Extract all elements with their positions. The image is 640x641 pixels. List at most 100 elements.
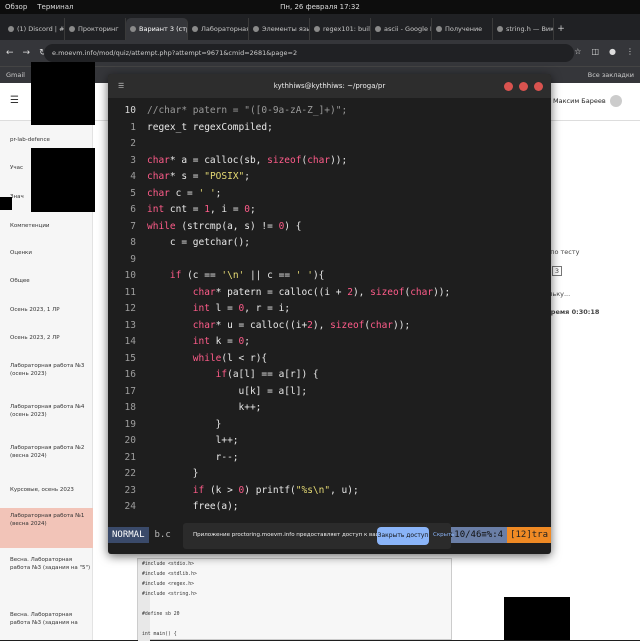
code-line: 22 }: [108, 466, 551, 483]
wikipedia-icon: [497, 26, 503, 32]
code-text: u[k] = a[l];: [147, 385, 308, 397]
vim-mode: NORMAL: [108, 527, 149, 543]
page-icon: [436, 26, 442, 32]
code-text: if (c == '\n' || c == ' '){: [169, 270, 325, 281]
code-line: 3 char* a = calloc(sb, sizeof(char));: [108, 153, 551, 170]
sidebar-item[interactable]: Весна. Лабораторная работа №3 (задания н…: [0, 556, 93, 572]
address-bar[interactable]: e.moevm.info/mod/quiz/attempt.php?attemp…: [44, 44, 574, 62]
code-line: 7 while (strcmp(a, s) != 0) {: [108, 219, 551, 236]
sidebar-item[interactable]: Компетенции: [0, 222, 93, 230]
user-name: Максим Бареев: [553, 97, 606, 105]
bookmark-gmail[interactable]: Gmail: [6, 71, 25, 79]
avatar: [609, 95, 622, 107]
line-number: 9: [130, 253, 136, 265]
sidebar-item[interactable]: Общее: [0, 277, 93, 285]
sidebar-item[interactable]: Лабораторная работа №3 (осень 2023): [0, 362, 93, 378]
vim-buffer[interactable]: 10 //char* patern = "([0-9a-zA-Z_]+)"; 1 re…: [108, 98, 551, 543]
code-preview-editor: #include <stdio.h> #include <stdlib.h> #…: [137, 558, 452, 641]
redaction-block: [504, 597, 570, 640]
code-text: k++;: [147, 402, 262, 413]
code-line: 5 char c = ' ';: [108, 186, 551, 203]
forward-icon[interactable]: →: [23, 48, 31, 58]
browser-tab[interactable]: Прокторинг: [65, 18, 126, 40]
code-line: 16 if(a[l] == a[r]) {: [108, 367, 551, 384]
line-number: 5: [130, 187, 136, 199]
all-bookmarks-button[interactable]: Все закладки: [588, 71, 634, 79]
sidebar-item[interactable]: Оценки: [0, 249, 93, 257]
sidebar-item[interactable]: Весна. Лабораторная работа №3 (задания н…: [0, 611, 93, 627]
code-line: 18 k++;: [108, 400, 551, 417]
back-icon[interactable]: ←: [6, 48, 14, 58]
terminal-titlebar[interactable]: ☰ kythhiws@kythhiws: ~/proga/pr: [108, 74, 551, 98]
page-icon: [314, 26, 320, 32]
profile-icon[interactable]: ●: [609, 47, 616, 56]
code-text: l++;: [147, 435, 239, 446]
code-text: c = getchar();: [147, 237, 250, 248]
code-line: 19 }: [108, 417, 551, 434]
sidebar-item[interactable]: Лабораторная работа №2 (весна 2024): [0, 444, 93, 460]
extensions-icon[interactable]: ◫: [591, 47, 599, 56]
line-number: 8: [130, 237, 136, 248]
code-text: char* u = calloc((i+2), sizeof(char));: [192, 319, 411, 331]
sidebar-item[interactable]: Лабораторная работа №4 (осень 2023): [0, 403, 93, 419]
line-number: 10: [124, 270, 136, 281]
os-top-bar: Обзор Терминал Пн, 26 февраля 17:32: [0, 0, 640, 14]
code-line: 17 u[k] = a[l];: [108, 384, 551, 401]
code-text: }: [147, 418, 222, 430]
user-menu[interactable]: Максим Бареев: [553, 95, 622, 107]
code-line: 6 int cnt = 1, i = 0;: [108, 202, 551, 219]
sidebar-item[interactable]: pr-lab-defence: [0, 136, 93, 144]
line-number: 4: [130, 171, 136, 182]
bookmark-star-icon[interactable]: ☆: [574, 47, 581, 56]
system-clock[interactable]: Пн, 26 февраля 17:32: [280, 3, 360, 11]
sidebar-item[interactable]: Курсовые, осень 2023: [0, 486, 93, 494]
redaction-block: [0, 197, 12, 210]
browser-tab[interactable]: string.h — Вики: [493, 18, 554, 40]
sidebar-item[interactable]: Осень 2023, 1 ЛР: [0, 306, 93, 314]
line-number: 15: [124, 352, 136, 364]
line-number: 16: [124, 369, 136, 380]
browser-tab[interactable]: Получение: [432, 18, 493, 40]
close-icon[interactable]: [534, 82, 543, 91]
browser-tab[interactable]: Элементы язы: [249, 18, 310, 40]
browser-toolbar: ← → ↻ e.moevm.info/mod/quiz/attempt.php?…: [0, 40, 640, 66]
line-number: 7: [130, 220, 136, 232]
stop-sharing-button[interactable]: Закрыть доступ: [377, 527, 429, 545]
line-number: 10: [124, 105, 136, 116]
code-text: regex_t regexCompiled;: [147, 121, 273, 133]
code-line: 2: [108, 136, 551, 153]
browser-tab-active[interactable]: Вариант 3 (стр: [126, 18, 188, 40]
globe-icon: [375, 26, 381, 32]
code-text: free(a);: [147, 501, 239, 512]
code-text: char* a = calloc(sb, sizeof(char));: [147, 154, 348, 166]
more-menu-icon[interactable]: ⋮: [626, 47, 634, 56]
sidebar-item[interactable]: Осень 2023, 2 ЛР: [0, 334, 93, 342]
new-tab-icon[interactable]: +: [554, 18, 568, 40]
code-text: //char* patern = "([0-9a-zA-Z_]+)";: [147, 105, 348, 116]
browser-tab[interactable]: (1) Discord | #pr-2: [4, 18, 65, 40]
minimize-icon[interactable]: [504, 82, 513, 91]
code-line: 10 if (c == '\n' || c == ' '){: [108, 268, 551, 285]
code-text: char* patern = calloc((i + 2), sizeof(ch…: [192, 286, 451, 298]
line-number: 11: [124, 286, 136, 298]
line-number: 22: [124, 468, 136, 479]
code-text: int cnt = 1, i = 0;: [147, 204, 256, 215]
code-text: r--;: [147, 451, 239, 463]
menu-toggle-icon[interactable]: ☰: [10, 95, 19, 106]
question-nav-button[interactable]: 3: [552, 266, 562, 276]
line-number: 18: [124, 402, 136, 413]
browser-tab[interactable]: ascii - Google П: [371, 18, 432, 40]
terminal-window[interactable]: ☰ kythhiws@kythhiws: ~/proga/pr 10 //char…: [108, 74, 551, 554]
maximize-icon[interactable]: [519, 82, 528, 91]
code-text: int l = 0, r = i;: [192, 303, 291, 314]
sidebar-item-active[interactable]: Лабораторная работа №1 (весна 2024): [0, 508, 93, 548]
code-text: if(a[l] == a[r]) {: [215, 369, 319, 380]
hide-notification-link[interactable]: Скрыть: [433, 532, 454, 538]
line-number: 14: [124, 336, 136, 347]
code-line: 15 while(l < r){: [108, 351, 551, 368]
browser-tab[interactable]: Лабораторная: [188, 18, 249, 40]
vim-trailing-warning: [12]tra: [507, 527, 551, 543]
terminal-tab-icon[interactable]: ☰: [118, 74, 124, 98]
code-line: 12 int l = 0, r = i;: [108, 301, 551, 318]
browser-tab[interactable]: regex101: build,: [310, 18, 371, 40]
